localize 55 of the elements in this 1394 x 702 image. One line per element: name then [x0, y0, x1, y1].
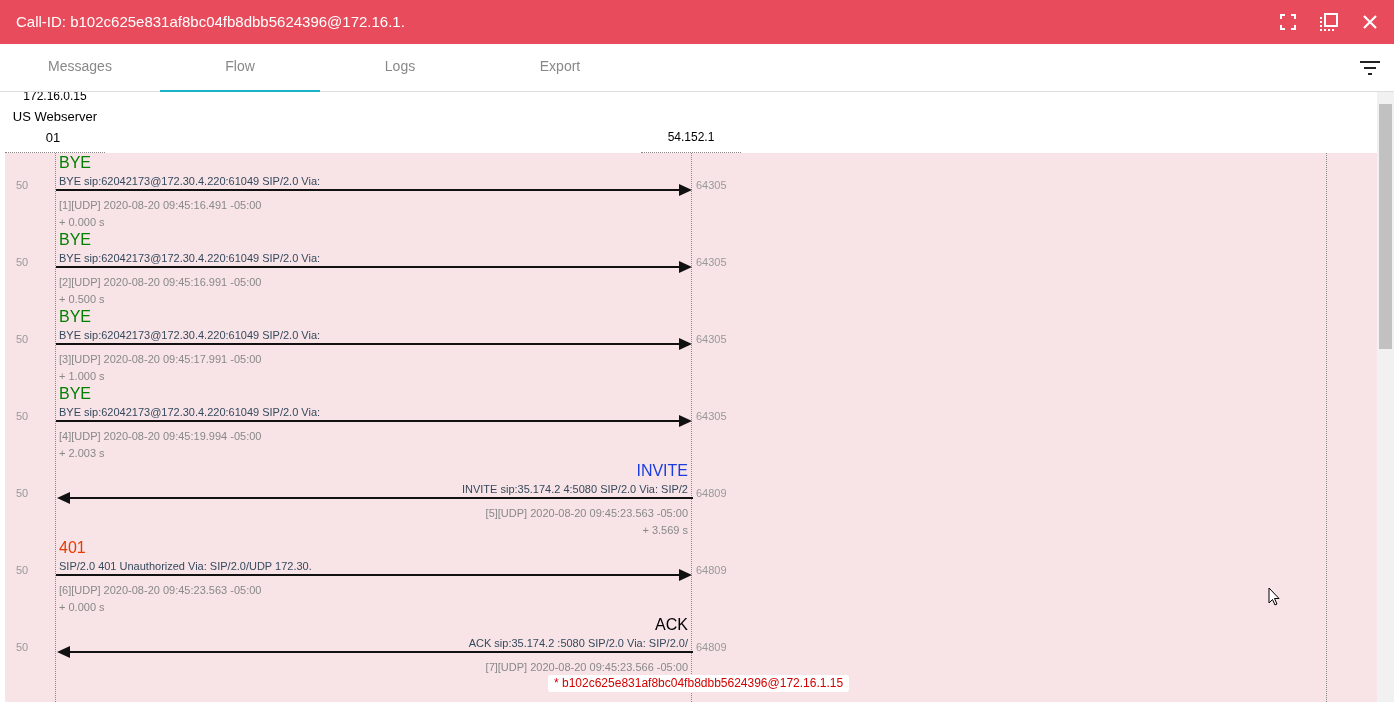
port-number: 50 — [16, 332, 29, 346]
message-method: BYE — [59, 230, 91, 250]
message-summary: BYE sip:62042173@172.30.4.220:61049 SIP/2.0 Via: — [59, 405, 321, 419]
host-name: US Webserver — [11, 108, 99, 126]
tab[interactable]: Messages — [0, 43, 160, 92]
port-number: 64809 — [696, 563, 727, 577]
host-ip: 172.16.0.15 — [22, 92, 88, 105]
message-method: 401 — [59, 538, 86, 558]
message-summary: ACK sip:35.174.2 :5080 SIP/2.0 Via: SIP/2.0/ — [468, 636, 688, 650]
tab[interactable]: Export — [480, 43, 640, 92]
port-number: 64305 — [696, 409, 727, 423]
port-number: 64305 — [696, 178, 727, 192]
tooltip: * b102c625e831af8bc04fb8dbb5624396@172.16.1.15 — [548, 675, 850, 692]
port-number: 50 — [16, 178, 29, 192]
window-title: Call-ID: b102c625e831af8bc04fb8dbb5624396@172.16.1. — [16, 11, 405, 32]
tab[interactable]: Flow — [160, 43, 320, 92]
port-number: 50 — [16, 409, 29, 423]
port-number: 50 — [16, 563, 29, 577]
restore-icon[interactable] — [1320, 13, 1338, 31]
port-number: 64305 — [696, 332, 727, 346]
message-method: BYE — [59, 384, 91, 404]
message-meta: [5][UDP] 2020-08-20 09:45:23.563 -05:00 — [485, 507, 688, 519]
message-method: INVITE — [636, 461, 688, 481]
cursor-icon — [1268, 587, 1280, 606]
message-meta: [2][UDP] 2020-08-20 09:45:16.991 -05:00 — [59, 276, 262, 288]
port-number: 50 — [16, 486, 29, 500]
time-delta: + 3.569 s — [642, 524, 688, 536]
time-delta: + 2.003 s — [59, 447, 105, 459]
message-summary: BYE sip:62042173@172.30.4.220:61049 SIP/2.0 Via: — [59, 174, 321, 188]
tab[interactable]: Logs — [320, 43, 480, 92]
time-delta: + 0.000 s — [59, 216, 105, 228]
message-summary: BYE sip:62042173@172.30.4.220:61049 SIP/2.0 Via: — [59, 251, 321, 265]
message-meta: [6][UDP] 2020-08-20 09:45:23.563 -05:00 — [59, 584, 262, 596]
close-icon[interactable] — [1362, 14, 1378, 30]
message-meta: [4][UDP] 2020-08-20 09:45:19.994 -05:00 — [59, 430, 262, 442]
time-delta: + 0.500 s — [59, 293, 105, 305]
message-method: BYE — [59, 153, 91, 173]
message-summary: SIP/2.0 401 Unauthorized Via: SIP/2.0/UDP 172.30. — [59, 559, 312, 573]
port-number: 64809 — [696, 640, 727, 654]
message-summary: INVITE sip:35.174.2 4:5080 SIP/2.0 Via: SIP/2 — [461, 482, 688, 496]
time-delta: + 0.000 s — [59, 601, 105, 613]
port-number: 64305 — [696, 255, 727, 269]
port-number: 64809 — [696, 486, 727, 500]
message-method: BYE — [59, 307, 91, 327]
message-meta: [3][UDP] 2020-08-20 09:45:17.991 -05:00 — [59, 353, 262, 365]
port-number: 50 — [16, 640, 29, 654]
message-method: ACK — [655, 615, 688, 635]
fullscreen-icon[interactable] — [1280, 14, 1296, 30]
message-summary: BYE sip:62042173@172.30.4.220:61049 SIP/2.0 Via: — [59, 328, 321, 342]
time-delta: + 1.000 s — [59, 370, 105, 382]
host-label: 01 — [44, 129, 62, 147]
message-meta: [1][UDP] 2020-08-20 09:45:16.491 -05:00 — [59, 199, 262, 211]
filter-icon[interactable] — [1360, 60, 1380, 75]
port-number: 50 — [16, 255, 29, 269]
message-meta: [7][UDP] 2020-08-20 09:45:23.566 -05:00 — [485, 661, 688, 673]
